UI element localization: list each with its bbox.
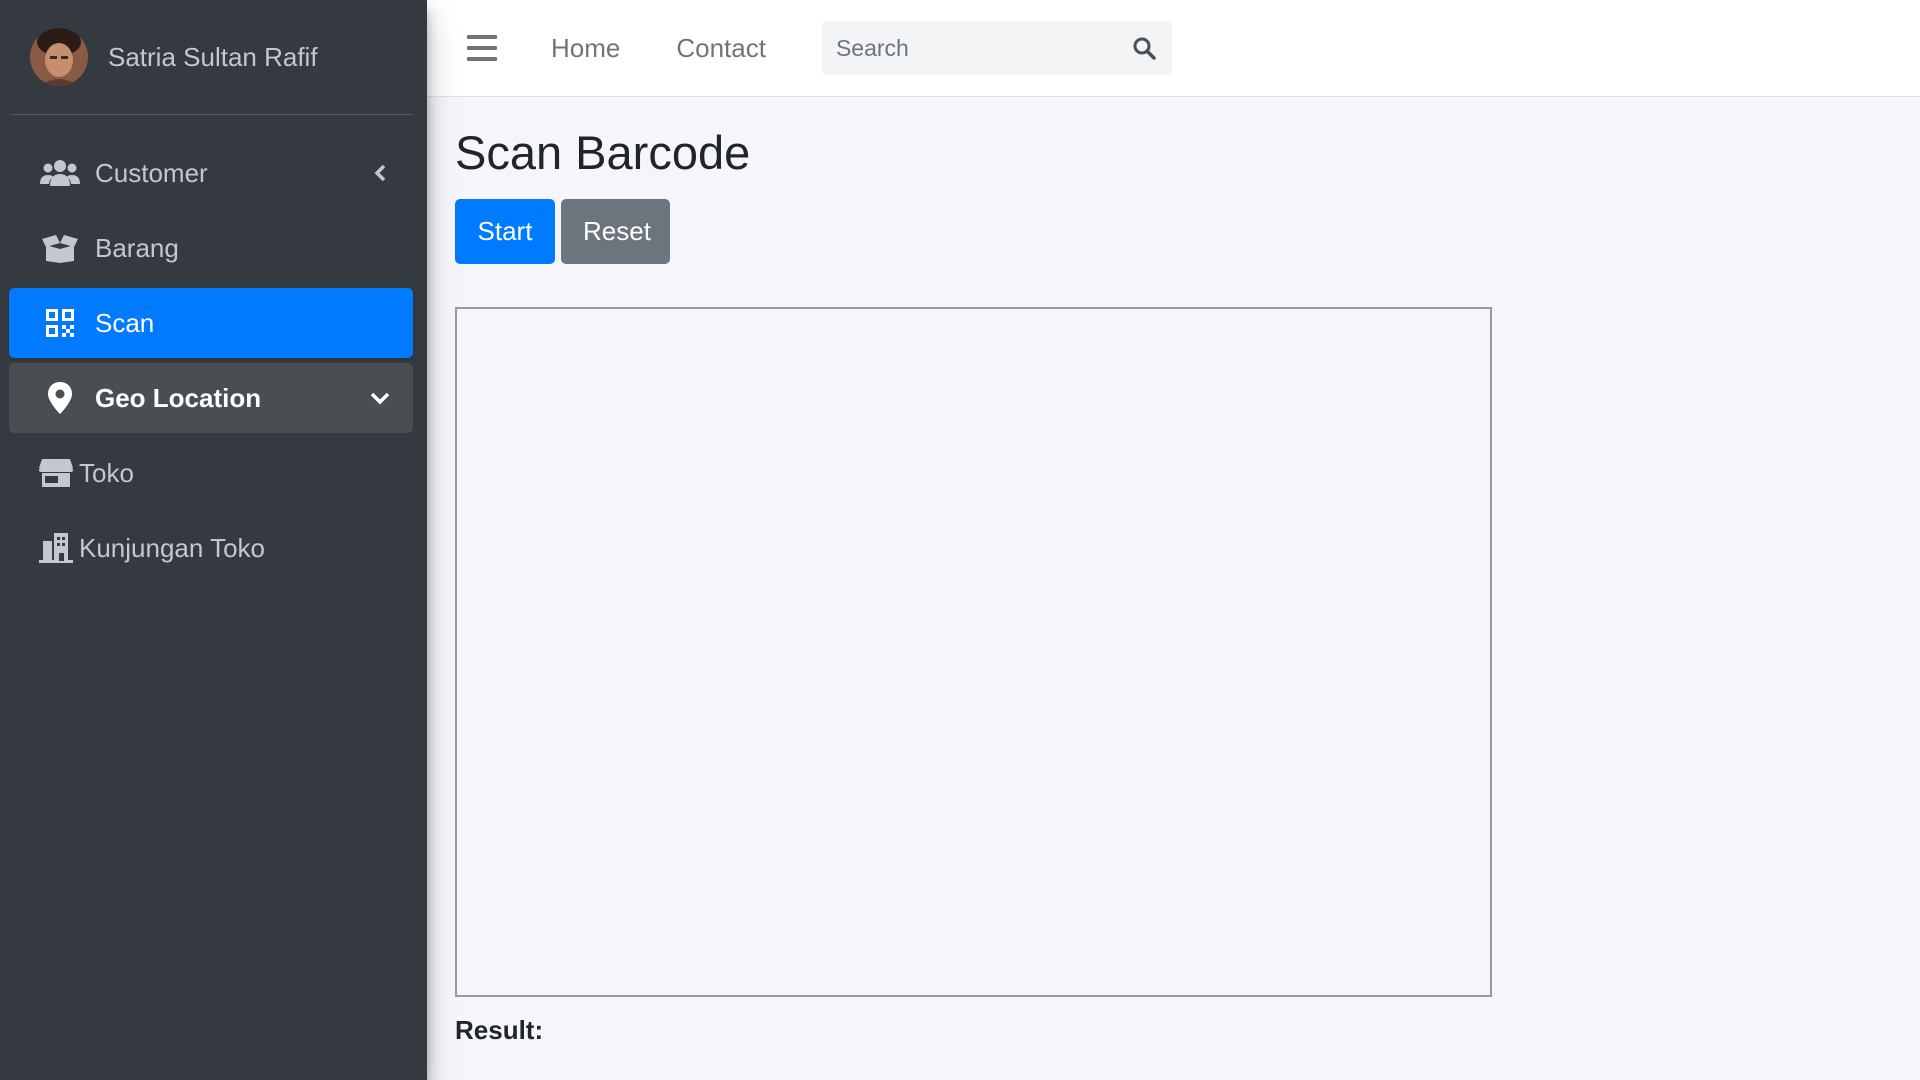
box-open-icon [39,231,81,265]
start-button[interactable]: Start [455,198,555,264]
qrcode-icon [39,306,81,340]
nav-link-contact[interactable]: Contact [676,33,766,64]
search-input[interactable] [821,21,1112,75]
sidebar-nav: Customer Barang Scan Geo Location Toko K… [0,115,427,583]
navbar-search [821,21,1172,75]
sidebar-item-label: Barang [95,232,179,263]
scanner-preview [455,306,1492,997]
user-panel[interactable]: Satria Sultan Rafif [10,0,413,115]
map-marker-icon [39,381,81,415]
building-icon [35,531,77,565]
sidebar-item-label: Customer [95,157,208,188]
sidebar-item-label: Scan [95,307,155,338]
nav-link-home[interactable]: Home [551,33,620,64]
top-navbar: Home Contact [427,0,1920,97]
sidebar-item-toko[interactable]: Toko [9,438,413,508]
user-name[interactable]: Satria Sultan Rafif [108,42,318,73]
sidebar-item-geo-location[interactable]: Geo Location [9,363,413,433]
chevron-down-icon [369,387,391,409]
sidebar-item-kunjungan-toko[interactable]: Kunjungan Toko [9,513,413,583]
sidebar-item-barang[interactable]: Barang [9,213,413,283]
user-avatar[interactable] [30,28,88,86]
result-label: Result: [455,1014,544,1045]
sidebar-item-label: Kunjungan Toko [79,532,266,563]
sidebar-item-label: Geo Location [95,382,262,413]
page-title: Scan Barcode [455,126,751,179]
search-icon[interactable] [1128,32,1160,64]
chevron-left-icon [369,162,391,184]
reset-button[interactable]: Reset [561,198,670,264]
main-content: Scan Barcode Start Reset Result: [455,97,1492,1046]
store-icon [35,456,77,490]
users-icon [39,156,81,190]
sidebar: Satria Sultan Rafif Customer Barang Scan… [0,0,427,1080]
sidebar-item-scan[interactable]: Scan [9,288,413,358]
sidebar-item-customer[interactable]: Customer [9,138,413,208]
sidebar-item-label: Toko [79,457,134,488]
scan-controls: Start Reset [455,198,1492,264]
hamburger-icon[interactable] [467,35,497,61]
